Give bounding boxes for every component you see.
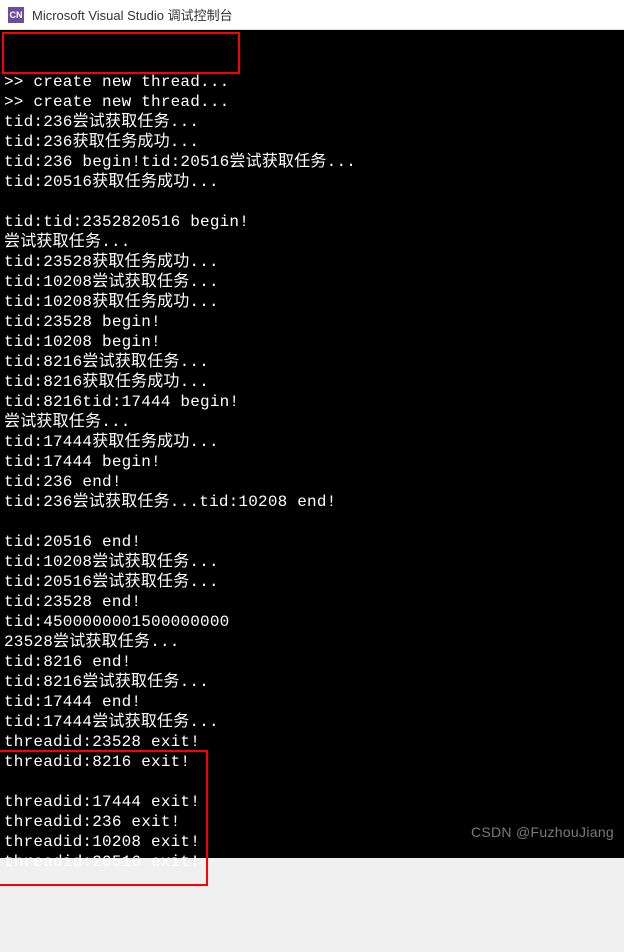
console-line: 尝试获取任务... (0, 232, 624, 252)
console-line: tid:17444 begin! (0, 452, 624, 472)
watermark-text: CSDN @FuzhouJiang (471, 822, 614, 842)
console-line: threadid:17444 exit! (0, 792, 624, 812)
console-line: tid:10208获取任务成功... (0, 292, 624, 312)
console-line: tid:10208 begin! (0, 332, 624, 352)
console-line: tid:23528 begin! (0, 312, 624, 332)
console-line: tid:4500000001500000000 (0, 612, 624, 632)
console-line: tid:236获取任务成功... (0, 132, 624, 152)
console-line: threadid:23528 exit! (0, 732, 624, 752)
window-titlebar: CN Microsoft Visual Studio 调试控制台 (0, 0, 624, 30)
console-line: tid:10208尝试获取任务... (0, 272, 624, 292)
console-line: tid:236 begin!tid:20516尝试获取任务... (0, 152, 624, 172)
console-line: tid:23528 end! (0, 592, 624, 612)
console-line: tid:236尝试获取任务... (0, 112, 624, 132)
console-line: tid:8216尝试获取任务... (0, 672, 624, 692)
console-line: tid:8216获取任务成功... (0, 372, 624, 392)
console-line: tid:236尝试获取任务...tid:10208 end! (0, 492, 624, 512)
console-line: threadid:8216 exit! (0, 752, 624, 772)
console-line: tid:8216tid:17444 begin! (0, 392, 624, 412)
console-line (0, 772, 624, 792)
app-icon: CN (8, 7, 24, 23)
console-line: tid:20516 end! (0, 532, 624, 552)
console-line: tid:17444尝试获取任务... (0, 712, 624, 732)
highlight-box-top (2, 32, 240, 74)
console-line: tid:20516尝试获取任务... (0, 572, 624, 592)
console-line (0, 512, 624, 532)
console-line: tid:236 end! (0, 472, 624, 492)
console-line: tid:20516获取任务成功... (0, 172, 624, 192)
console-line: tid:17444 end! (0, 692, 624, 712)
console-line: >> create new thread... (0, 92, 624, 112)
console-line: 尝试获取任务... (0, 412, 624, 432)
console-line: tid:23528获取任务成功... (0, 252, 624, 272)
console-line (0, 192, 624, 212)
console-output[interactable]: >> create new thread...>> create new thr… (0, 30, 624, 858)
console-line: 23528尝试获取任务... (0, 632, 624, 652)
window-title: Microsoft Visual Studio 调试控制台 (32, 5, 233, 24)
console-line: tid:8216尝试获取任务... (0, 352, 624, 372)
console-line: tid:tid:2352820516 begin! (0, 212, 624, 232)
console-line: threadid:20516 exit! (0, 852, 624, 872)
console-line: tid:8216 end! (0, 652, 624, 672)
console-line: tid:17444获取任务成功... (0, 432, 624, 452)
console-line: tid:10208尝试获取任务... (0, 552, 624, 572)
console-line: >> create new thread... (0, 72, 624, 92)
